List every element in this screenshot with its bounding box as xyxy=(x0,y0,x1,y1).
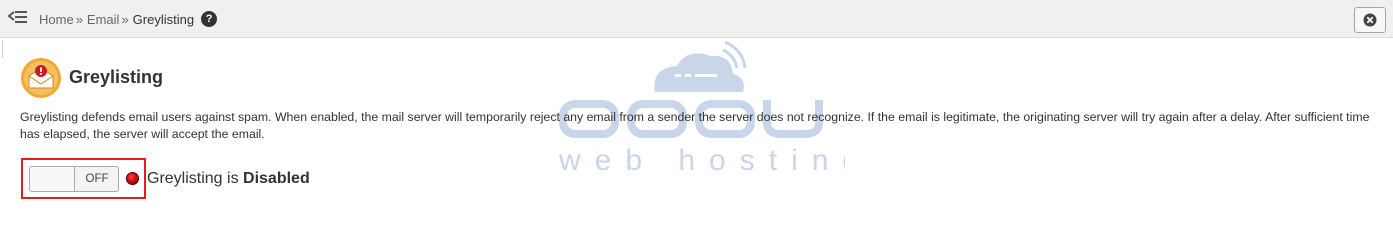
close-button[interactable] xyxy=(1354,7,1386,33)
status-prefix: Greylisting is xyxy=(147,170,239,187)
toggle-label: OFF xyxy=(85,173,109,185)
toggle-handle[interactable] xyxy=(30,167,75,191)
breadcrumb-home[interactable]: Home xyxy=(39,12,74,27)
greylisting-toggle[interactable]: OFF xyxy=(29,166,119,192)
menu-toggle-icon[interactable] xyxy=(7,9,28,27)
breadcrumb-separator: » xyxy=(121,11,129,27)
svg-text:web hosting: web hosting xyxy=(558,144,845,177)
close-circle-icon xyxy=(1363,13,1377,27)
status-indicator-icon xyxy=(126,172,139,185)
brand-watermark: web hosting xyxy=(555,38,859,178)
top-navigation-bar: Home » Email » Greylisting ? xyxy=(0,0,1393,38)
page-description: Greylisting defends email users against … xyxy=(20,110,1370,141)
page-title: Greylisting xyxy=(69,67,164,87)
email-warning-icon xyxy=(20,57,62,99)
divider xyxy=(2,40,3,58)
status-value: Disabled xyxy=(243,170,310,187)
breadcrumb: Home » Email » Greylisting ? xyxy=(39,11,218,27)
breadcrumb-separator: » xyxy=(75,11,83,27)
breadcrumb-current: Greylisting xyxy=(132,11,195,27)
status-text: Greylisting is Disabled xyxy=(147,170,310,188)
help-icon[interactable]: ? xyxy=(201,11,218,27)
breadcrumb-email[interactable]: Email xyxy=(87,12,120,27)
